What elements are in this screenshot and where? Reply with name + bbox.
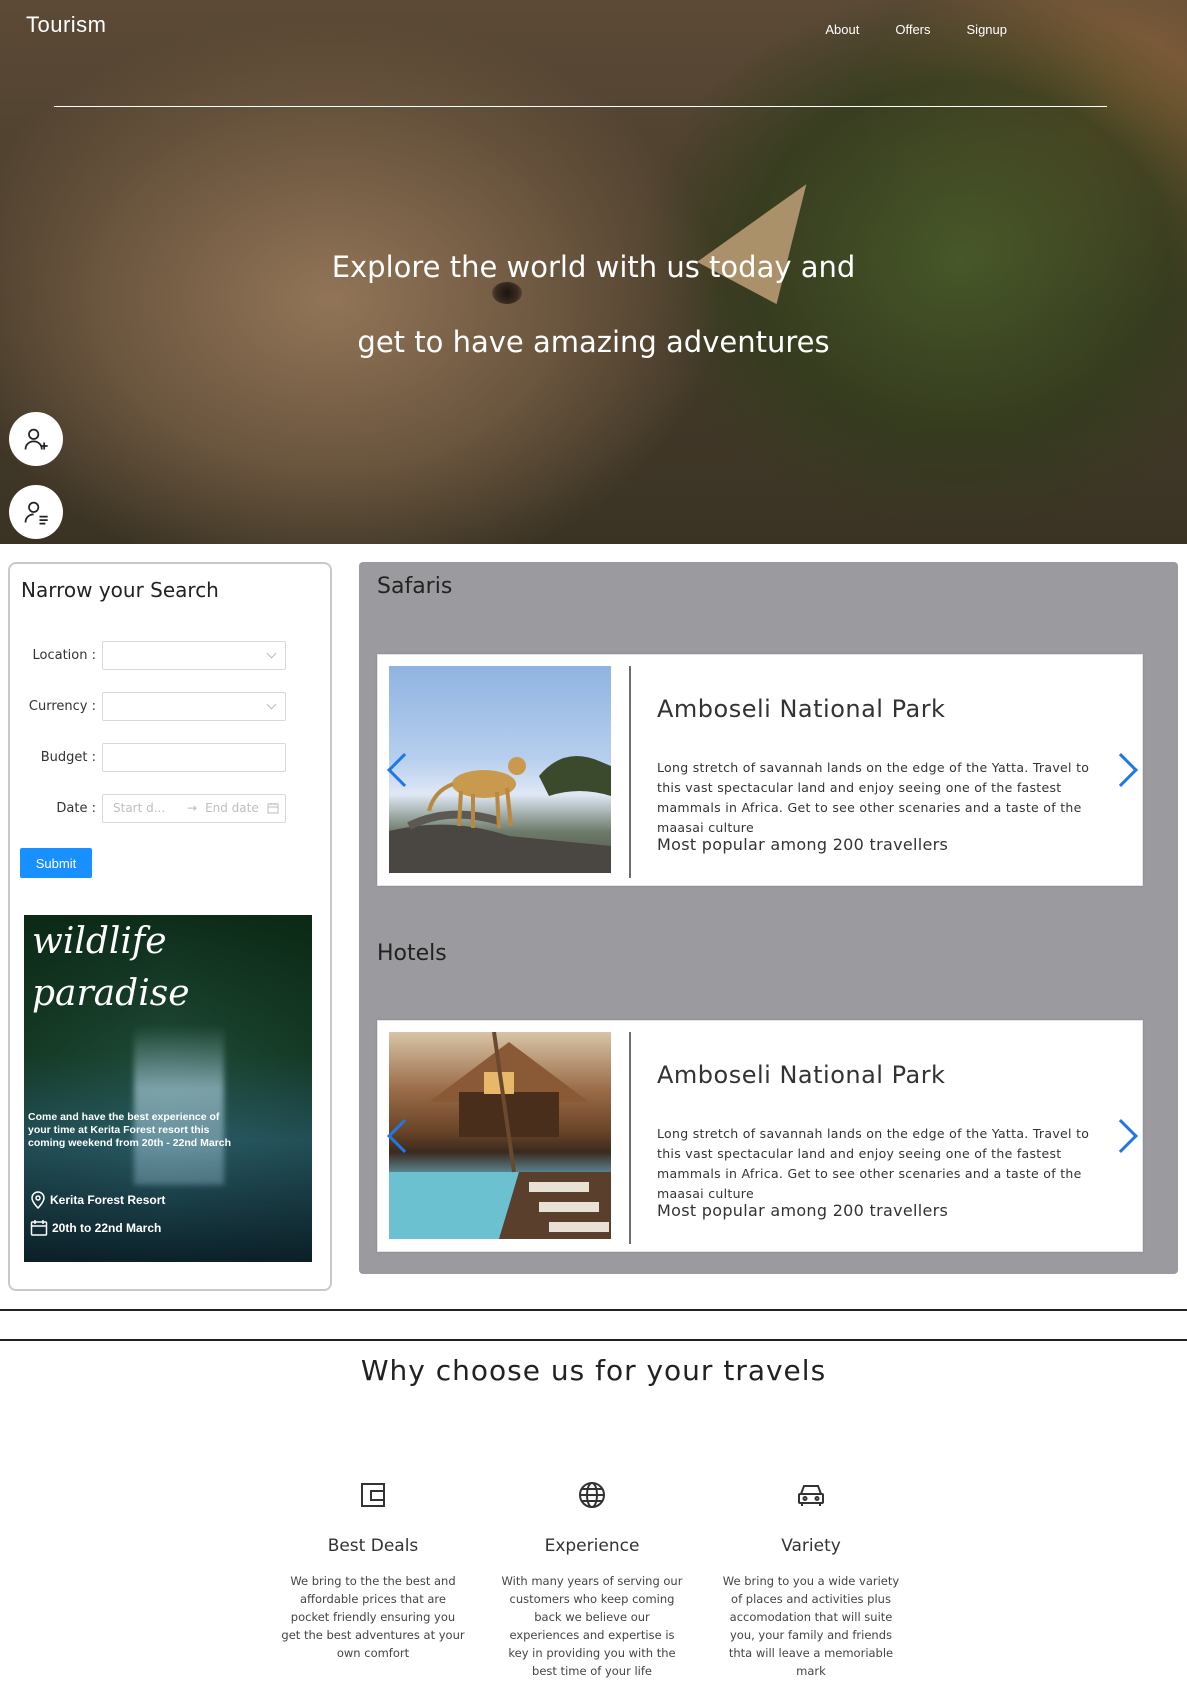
add-user-button[interactable] xyxy=(9,412,63,466)
nav-signup[interactable]: Signup xyxy=(967,22,1007,37)
currency-label: Currency : xyxy=(28,698,96,714)
currency-select[interactable] xyxy=(102,691,286,721)
waterfall-image xyxy=(134,1025,224,1185)
hero-headline-line2: get to have amazing adventures xyxy=(357,325,830,359)
promo-banner-wildlife-paradise[interactable]: wildlife paradise Come and have the best… xyxy=(24,915,312,1262)
wallet-icon xyxy=(361,1483,385,1507)
card-description: Long stretch of savannah lands on the ed… xyxy=(657,760,1090,835)
feature-title: Variety xyxy=(781,1536,841,1556)
location-label: Location : xyxy=(32,647,97,663)
budget-label: Budget : xyxy=(40,749,96,765)
budget-row: Budget : xyxy=(10,742,330,772)
hero-banner: Tourism About Offers Signup Explore the … xyxy=(0,0,1187,544)
listings-panel: Safaris Amboseli National Park Long stre… xyxy=(359,562,1178,1274)
globe-icon xyxy=(579,1482,605,1508)
currency-row: Currency : xyxy=(10,691,330,721)
user-list-button[interactable] xyxy=(9,485,63,539)
arrow-right-icon: → xyxy=(187,801,198,815)
top-nav: About Offers Signup xyxy=(825,22,1007,37)
start-date-input[interactable]: Start d... xyxy=(113,801,179,815)
submit-button[interactable]: Submit xyxy=(20,848,92,878)
card-popularity: Most popular among 200 travellers xyxy=(657,1201,949,1220)
hero-divider xyxy=(54,106,1107,107)
feature-best-deals: Best Deals We bring to the the best and … xyxy=(281,1480,465,1662)
budget-input[interactable] xyxy=(102,742,286,772)
date-range-picker[interactable]: Start d... → End date xyxy=(102,793,286,823)
nav-offers[interactable]: Offers xyxy=(895,22,930,37)
card-popularity: Most popular among 200 travellers xyxy=(657,835,949,854)
feature-variety: Variety We bring to you a wide variety o… xyxy=(719,1480,903,1680)
add-user-icon xyxy=(24,428,48,450)
nav-about[interactable]: About xyxy=(825,22,859,37)
filter-panel-title: Narrow your Search xyxy=(21,578,219,602)
feature-text: We bring to you a wide variety of places… xyxy=(722,1574,900,1678)
search-filter-panel: Narrow your Search Location : Currency :… xyxy=(8,562,332,1291)
car-icon xyxy=(798,1485,824,1506)
location-pin-icon xyxy=(31,1191,45,1209)
card-title: Amboseli National Park xyxy=(657,1061,946,1089)
safaris-heading: Safaris xyxy=(377,574,453,599)
hero-headline-line1: Explore the world with us today and xyxy=(331,250,856,284)
safari-card[interactable]: Amboseli National Park Long stretch of s… xyxy=(377,654,1143,886)
location-select[interactable] xyxy=(102,640,286,670)
location-row: Location : xyxy=(10,640,330,670)
date-row: Date : Start d... → End date xyxy=(10,793,330,823)
hero-headline: Explore the world with us today and get … xyxy=(0,230,1187,380)
promo-title-line1: wildlife xyxy=(32,921,167,962)
feature-text: We bring to the the best and affordable … xyxy=(281,1574,465,1660)
section-divider-top xyxy=(0,1309,1187,1311)
card-divider xyxy=(629,1032,631,1244)
card-divider xyxy=(629,666,631,878)
hotel-illustration xyxy=(389,1032,611,1239)
promo-dates: 20th to 22nd March xyxy=(30,1219,161,1237)
feature-text: With many years of serving our customers… xyxy=(501,1574,683,1678)
hotel-resort-image xyxy=(389,1032,611,1239)
hotels-heading: Hotels xyxy=(377,941,447,966)
cheetah-image xyxy=(389,666,611,873)
calendar-icon xyxy=(267,803,279,814)
feature-title: Best Deals xyxy=(327,1536,419,1556)
promo-description: Come and have the best experience of you… xyxy=(28,1111,232,1149)
end-date-input[interactable]: End date xyxy=(205,801,259,815)
user-list-icon xyxy=(24,501,48,525)
promo-title-line2: paradise xyxy=(32,973,190,1014)
why-choose-us-heading: Why choose us for your travels xyxy=(360,1354,827,1387)
calendar-icon xyxy=(30,1220,48,1236)
chevron-down-icon xyxy=(266,699,277,709)
feature-title: Experience xyxy=(544,1536,640,1556)
feature-experience: Experience With many years of serving ou… xyxy=(500,1480,684,1680)
section-divider-bottom xyxy=(0,1339,1187,1341)
hotel-card[interactable]: Amboseli National Park Long stretch of s… xyxy=(377,1020,1143,1252)
card-title: Amboseli National Park xyxy=(657,695,946,723)
cheetah-illustration xyxy=(389,756,611,873)
promo-location: Kerita Forest Resort xyxy=(30,1191,165,1209)
brand-logo[interactable]: Tourism xyxy=(26,12,107,38)
date-label: Date : xyxy=(56,800,96,816)
card-description: Long stretch of savannah lands on the ed… xyxy=(657,1126,1090,1201)
chevron-down-icon xyxy=(266,648,277,658)
